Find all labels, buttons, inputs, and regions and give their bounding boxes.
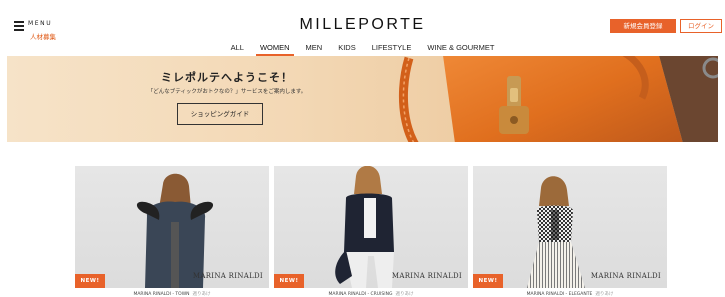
product-sub: 週りあけ	[192, 292, 211, 297]
shopping-guide-button[interactable]: ショッピングガイド	[177, 103, 263, 125]
nav-item-all[interactable]: ALL	[223, 42, 252, 56]
welcome-banner[interactable]: ミレポルテへようこそ！ 「どんなブティックがおトクなの？」サービスをご案内します…	[7, 56, 718, 142]
product-image[interactable]: NEW! MARINA RINALDI	[473, 166, 667, 288]
site-header: MENU 人材募集 MILLEPORTE 新規会員登録 ログイン ALL WOM…	[0, 0, 725, 56]
nav-item-lifestyle[interactable]: LIFESTYLE	[364, 42, 420, 56]
product-image[interactable]: NEW! MARINA RINALDI	[75, 166, 269, 288]
register-button[interactable]: 新規会員登録	[610, 19, 676, 33]
nav-item-women[interactable]: WOMEN	[252, 42, 298, 56]
new-badge: NEW!	[473, 274, 503, 288]
handbag-image	[399, 56, 718, 142]
product-sub: 週りあけ	[395, 292, 414, 297]
brand-watermark: MARINA RINALDI	[590, 272, 661, 280]
product-caption[interactable]: MARINA RINALDI - TOWN 週りあけ	[75, 291, 269, 297]
product-card[interactable]: NEW! MARINA RINALDI MARINA RINALDI - ELE…	[473, 166, 667, 297]
nav-item-wine-gourmet[interactable]: WINE & GOURMET	[419, 42, 502, 56]
nav-item-kids[interactable]: KIDS	[330, 42, 364, 56]
new-badge: NEW!	[274, 274, 304, 288]
new-badge: NEW!	[75, 274, 105, 288]
product-caption[interactable]: MARINA RINALDI - ELEGANTE 週りあけ	[473, 291, 667, 297]
product-list: NEW! MARINA RINALDI MARINA RINALDI - TOW…	[75, 166, 670, 297]
model-figure	[527, 176, 585, 288]
product-name: MARINA RINALDI - CRUISING	[328, 292, 393, 297]
product-image[interactable]: NEW! MARINA RINALDI	[274, 166, 468, 288]
banner-subtitle: 「どんなブティックがおトクなの？」サービスをご案内します。	[147, 89, 307, 95]
product-card[interactable]: NEW! MARINA RINALDI MARINA RINALDI - TOW…	[75, 166, 269, 297]
brand-watermark: MARINA RINALDI	[391, 272, 462, 280]
product-card[interactable]: NEW! MARINA RINALDI MARINA RINALDI - CRU…	[274, 166, 468, 297]
product-name: MARINA RINALDI - TOWN	[133, 292, 190, 297]
login-button[interactable]: ログイン	[680, 19, 722, 33]
product-sub: 週りあけ	[595, 292, 614, 297]
product-name: MARINA RINALDI - ELEGANTE	[526, 292, 593, 297]
banner-title: ミレポルテへようこそ！	[161, 71, 293, 84]
model-figure	[335, 166, 394, 288]
product-caption[interactable]: MARINA RINALDI - CRUISING 週りあけ	[274, 291, 468, 297]
model-figure	[136, 173, 214, 288]
nav-item-men[interactable]: MEN	[298, 42, 331, 56]
brand-watermark: MARINA RINALDI	[192, 272, 263, 280]
category-nav: ALL WOMEN MEN KIDS LIFESTYLE WINE & GOUR…	[0, 42, 725, 56]
